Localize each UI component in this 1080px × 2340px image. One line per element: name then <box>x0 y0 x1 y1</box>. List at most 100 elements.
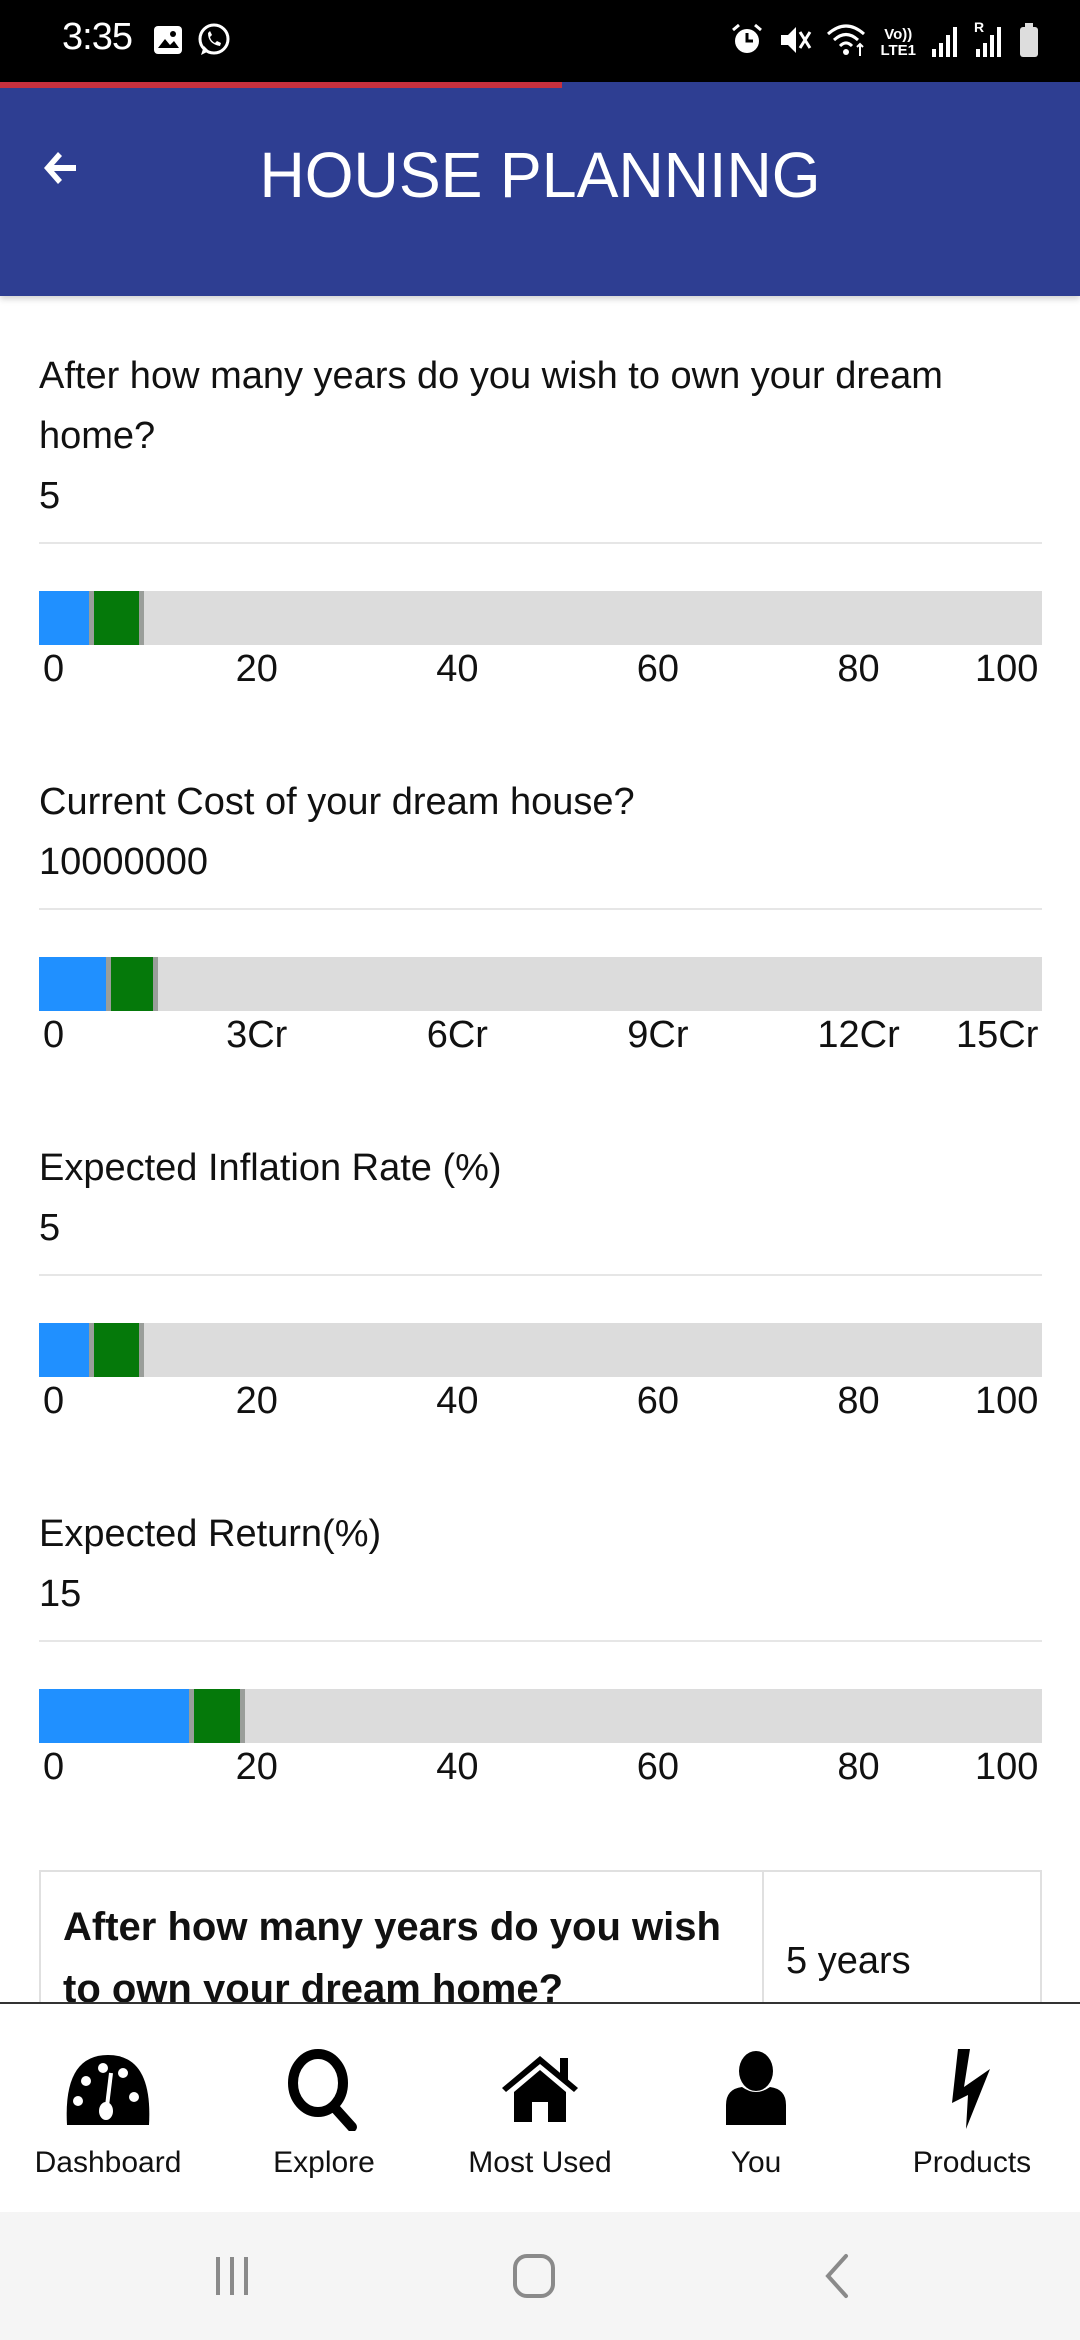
question-value[interactable]: 10000000 <box>39 832 1042 892</box>
lte-label: LTE1 <box>880 41 916 59</box>
question-value[interactable]: 5 <box>39 466 1042 526</box>
slider-tick-label: 0 <box>43 1746 65 1788</box>
status-bar: 3:35 Vo)) LTE1 R <box>0 0 1080 82</box>
wifi-icon <box>826 22 866 63</box>
slider-tick-label: 80 <box>837 1380 880 1422</box>
volte-label: Vo)) <box>884 25 913 43</box>
summary-table: After how many years do you wish to own … <box>39 1870 1042 2002</box>
divider <box>39 908 1042 910</box>
slider-handle[interactable] <box>139 591 144 645</box>
roaming-signal-icon: R <box>974 19 1004 62</box>
user-icon <box>711 2044 801 2134</box>
system-back-button[interactable] <box>796 2248 876 2308</box>
slider-expected-return[interactable] <box>39 1689 1042 1743</box>
nav-label: Most Used <box>468 2146 612 2179</box>
slider-fill-green <box>94 1323 139 1377</box>
nav-label: You <box>730 2146 782 2179</box>
slider-tick-label: 40 <box>436 1380 479 1422</box>
page-title: HOUSE PLANNING <box>259 139 821 211</box>
battery-icon <box>1018 22 1040 63</box>
slider-handle[interactable] <box>153 957 158 1011</box>
slider-years[interactable] <box>39 591 1042 645</box>
question-years: After how many years do you wish to own … <box>39 346 1042 526</box>
slider-tick-label: 100 <box>975 1380 1039 1422</box>
slider-current-cost[interactable] <box>39 957 1042 1011</box>
slider-tick-label: 40 <box>436 648 479 690</box>
slider-tick-label: 20 <box>235 1746 278 1788</box>
gallery-icon <box>152 24 184 61</box>
slider-fill-green <box>94 591 139 645</box>
slider-tick-label: 15Cr <box>956 1014 1039 1056</box>
recent-apps-icon <box>210 2254 254 2303</box>
slider-inflation-rate[interactable] <box>39 1323 1042 1377</box>
alarm-icon <box>730 22 764 63</box>
slider-tick-label: 100 <box>975 648 1039 690</box>
nav-item-most-used[interactable]: Most Used <box>432 2004 648 2212</box>
divider <box>39 1274 1042 1276</box>
slider-tick-label: 60 <box>636 1746 680 1788</box>
slider-tick-label: 12Cr <box>817 1014 900 1056</box>
slider-tick-label: 0 <box>43 648 65 690</box>
slider-handle[interactable] <box>240 1689 245 1743</box>
status-right-icons: Vo)) LTE1 R <box>730 19 1040 63</box>
home-button[interactable] <box>494 2248 574 2308</box>
page-load-progress-bar <box>0 82 562 88</box>
question-value[interactable]: 15 <box>39 1564 1042 1624</box>
dashboard-gauge-icon <box>63 2044 153 2134</box>
slider-ticks-inflation-rate: 0 20 40 60 80 100 <box>39 1380 1042 1430</box>
slider-tick-label: 0 <box>43 1014 65 1056</box>
slider-ticks-expected-return: 0 20 40 60 80 100 <box>39 1746 1042 1796</box>
question-expected-return: Expected Return(%) 15 <box>39 1504 1042 1624</box>
nav-item-products[interactable]: Products <box>864 2004 1080 2212</box>
slider-tick-label: 20 <box>235 648 278 690</box>
nav-label: Explore <box>273 2146 375 2179</box>
status-left-icons <box>152 22 232 63</box>
divider <box>39 1640 1042 1642</box>
slider-fill-green <box>111 957 153 1011</box>
lightning-icon <box>927 2044 1017 2134</box>
slider-fill-green <box>194 1689 240 1743</box>
bottom-nav: Dashboard Explore Most Used You Products <box>0 2002 1080 2212</box>
slider-tick-label: 80 <box>837 648 880 690</box>
question-value[interactable]: 5 <box>39 1198 1042 1258</box>
question-label: Current Cost of your dream house? <box>39 781 635 823</box>
summary-question-cell: After how many years do you wish to own … <box>39 1870 764 2002</box>
system-nav-bar <box>0 2212 1080 2340</box>
status-time: 3:35 <box>62 16 133 58</box>
slider-tick-label: 0 <box>43 1380 65 1422</box>
roaming-label: R <box>974 19 985 35</box>
slider-tick-label: 40 <box>436 1746 479 1788</box>
summary-answer-cell: 5 years <box>762 1870 1042 2002</box>
content-scroll-area[interactable]: After how many years do you wish to own … <box>0 296 1080 2002</box>
slider-fill-blue <box>39 1323 89 1377</box>
slider-fill-blue <box>39 591 89 645</box>
slider-tick-label: 9Cr <box>627 1014 689 1056</box>
nav-item-explore[interactable]: Explore <box>216 2004 432 2212</box>
volte-lte1-icon: Vo)) LTE1 <box>880 25 916 59</box>
question-label: After how many years do you wish to own … <box>39 355 943 457</box>
nav-label: Dashboard <box>34 2146 182 2179</box>
slider-tick-label: 60 <box>636 648 680 690</box>
nav-label: Products <box>912 2146 1032 2179</box>
question-label: Expected Inflation Rate (%) <box>39 1147 502 1189</box>
divider <box>39 542 1042 544</box>
nav-item-you[interactable]: You <box>648 2004 864 2212</box>
question-inflation-rate: Expected Inflation Rate (%) 5 <box>39 1138 1042 1258</box>
back-icon <box>818 2252 854 2305</box>
slider-fill-blue <box>39 1689 189 1743</box>
slider-tick-label: 60 <box>636 1380 680 1422</box>
slider-ticks-current-cost: 0 3Cr 6Cr 9Cr 12Cr 15Cr <box>39 1014 1042 1064</box>
slider-tick-label: 20 <box>235 1380 278 1422</box>
slider-fill-blue <box>39 957 106 1011</box>
nav-item-dashboard[interactable]: Dashboard <box>0 2004 216 2212</box>
slider-tick-label: 80 <box>837 1746 880 1788</box>
slider-ticks-years: 0 20 40 60 80 100 <box>39 648 1042 698</box>
mute-icon <box>778 22 812 63</box>
home-button-icon <box>510 2252 558 2305</box>
slider-handle[interactable] <box>139 1323 144 1377</box>
search-icon <box>279 2044 369 2134</box>
recent-apps-button[interactable] <box>192 2248 272 2308</box>
table-row: After how many years do you wish to own … <box>39 1870 1042 2002</box>
question-current-cost: Current Cost of your dream house? 100000… <box>39 772 1042 892</box>
whatsapp-icon <box>196 22 232 63</box>
